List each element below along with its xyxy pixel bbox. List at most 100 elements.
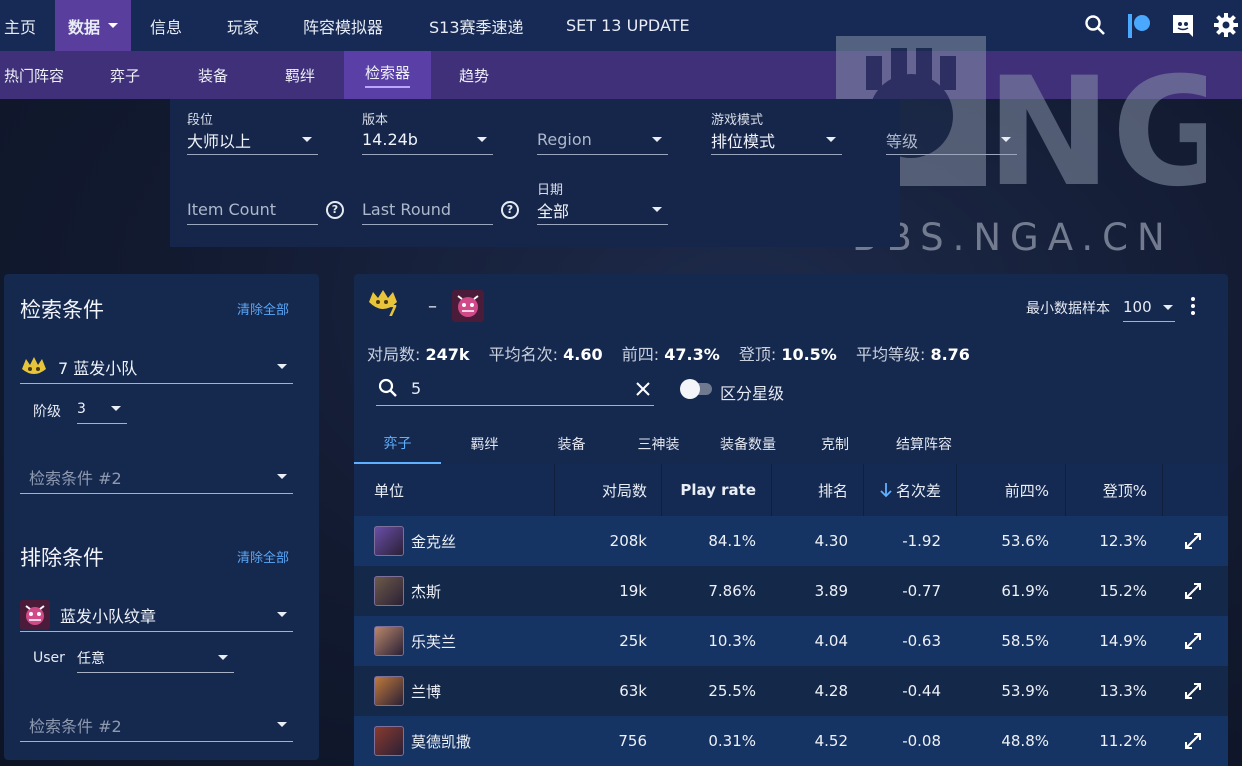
subnav-label: 弈子	[110, 66, 141, 85]
unit-portrait-icon	[374, 576, 404, 606]
exclude-condition-2-select[interactable]: 检索条件 #2	[20, 708, 293, 742]
clear-all-search-button[interactable]: 清除全部	[237, 299, 289, 318]
user-select[interactable]: 任意	[77, 643, 234, 673]
trait-icon	[20, 355, 48, 379]
tab-final-comps[interactable]: 结算阵容	[876, 424, 972, 464]
search-condition-1-select[interactable]: 7 蓝发小队	[20, 350, 293, 384]
last-round-field[interactable]: Last Round?	[362, 179, 519, 225]
min-sample-label: 最小数据样本	[1026, 301, 1110, 317]
subnav-item-traits[interactable]: 羁绊	[285, 51, 315, 99]
nav-item-home[interactable]: 主页	[0, 0, 55, 51]
search-icon	[378, 378, 398, 398]
avg-place-label: 平均名次:	[488, 345, 559, 364]
last-round-placeholder: Last Round	[362, 200, 452, 219]
region-filter[interactable]: Region	[537, 109, 668, 155]
column-header-label: 单位	[374, 481, 405, 500]
cell-delta: -0.63	[902, 632, 941, 650]
tab-three-items[interactable]: 三神装	[615, 424, 702, 464]
nav-item-players[interactable]: 玩家	[227, 0, 259, 51]
patreon-icon[interactable]	[1126, 13, 1152, 39]
column-header-top4[interactable]: 前四%	[956, 464, 1049, 516]
close-icon[interactable]	[636, 381, 650, 396]
expand-icon[interactable]	[1184, 616, 1202, 666]
table-row[interactable]: 莫德凯撒 756 0.31% 4.52 -0.08 48.8% 11.2%	[354, 716, 1228, 766]
level-filter-value-row[interactable]: 等级	[886, 125, 1017, 155]
chevron-down-icon	[277, 612, 287, 617]
search-condition-2-select[interactable]: 检索条件 #2	[20, 460, 293, 494]
unit-name[interactable]: 金克丝	[411, 516, 456, 566]
level-filter[interactable]: 等级	[886, 109, 1017, 155]
top4-label: 前四:	[621, 345, 660, 364]
game-mode-filter-value-row[interactable]: 排位模式	[711, 125, 842, 155]
column-header-rank[interactable]: 排名	[771, 464, 848, 516]
subnav-item-units[interactable]: 弈子	[110, 51, 140, 99]
last-round-label	[362, 179, 493, 195]
unit-name[interactable]: 杰斯	[411, 566, 441, 616]
nav-item-info[interactable]: 信息	[150, 0, 182, 51]
cell-rank: 4.28	[814, 682, 848, 700]
discord-icon[interactable]	[1170, 13, 1196, 39]
nav-item-s13-news[interactable]: S13赛季速递	[429, 0, 524, 51]
subnav-item-hot-comps[interactable]: 热门阵容	[4, 51, 64, 99]
gear-icon[interactable]	[1214, 13, 1238, 37]
column-header-unit[interactable]: 单位	[374, 464, 404, 516]
column-header-games[interactable]: 对局数	[554, 464, 647, 516]
expand-icon[interactable]	[1184, 516, 1202, 566]
expand-icon[interactable]	[1184, 716, 1202, 766]
column-header-play-rate[interactable]: Play rate	[661, 464, 756, 516]
expand-icon[interactable]	[1184, 666, 1202, 716]
tab-counters[interactable]: 克制	[794, 424, 876, 464]
expand-icon[interactable]	[1184, 566, 1202, 616]
last-round-input[interactable]: Last Round?	[362, 195, 519, 225]
column-header-place-delta[interactable]: 名次差	[863, 464, 941, 516]
cell-win: 12.3%	[1099, 532, 1147, 550]
region-filter-value-row[interactable]: Region	[537, 125, 668, 155]
more-options-icon[interactable]	[1190, 296, 1196, 316]
help-icon[interactable]: ?	[501, 201, 519, 219]
table-row[interactable]: 兰博 63k 25.5% 4.28 -0.44 53.9% 13.3%	[354, 666, 1228, 716]
tab-items[interactable]: 装备	[528, 424, 615, 464]
clear-all-exclude-button[interactable]: 清除全部	[237, 547, 289, 566]
nav-item-comp-simulator[interactable]: 阵容模拟器	[303, 0, 383, 51]
tab-traits[interactable]: 羁绊	[441, 424, 528, 464]
version-filter-value-row[interactable]: 14.24b	[362, 125, 493, 155]
date-filter-value-row[interactable]: 全部	[537, 195, 668, 225]
unit-search-input[interactable]: 5	[376, 371, 654, 406]
column-header-label: 前四%	[1004, 481, 1049, 500]
nav-item-label: 主页	[4, 17, 37, 37]
subnav-item-explorer[interactable]: 检索器	[344, 51, 431, 99]
chevron-down-icon	[218, 655, 228, 660]
table-row[interactable]: 乐芙兰 25k 10.3% 4.04 -0.63 58.5% 14.9%	[354, 616, 1228, 666]
rank-filter-value-row[interactable]: 大师以上	[187, 125, 318, 155]
subnav-item-trends[interactable]: 趋势	[459, 51, 489, 99]
chevron-down-icon	[277, 722, 287, 727]
nav-item-label: SET 13 UPDATE	[566, 16, 690, 35]
subnav-item-items[interactable]: 装备	[198, 51, 228, 99]
table-row[interactable]: 杰斯 19k 7.86% 3.89 -0.77 61.9% 15.2%	[354, 566, 1228, 616]
nav-item-label: 阵容模拟器	[303, 17, 384, 37]
nav-item-set13-update[interactable]: SET 13 UPDATE	[566, 0, 690, 51]
exclude-conditions-title: 排除条件	[20, 546, 104, 570]
item-count-input[interactable]: Item Count?	[187, 195, 344, 225]
unit-name[interactable]: 乐芙兰	[411, 616, 456, 666]
version-filter[interactable]: 版本 14.24b	[362, 109, 493, 155]
rank-filter[interactable]: 段位 大师以上	[187, 109, 318, 155]
star-level-toggle[interactable]	[680, 378, 714, 400]
tier-select[interactable]: 3	[77, 394, 127, 424]
subnav-label: 羁绊	[285, 66, 316, 85]
exclude-condition-1-select[interactable]: 蓝发小队纹章	[20, 598, 293, 632]
nav-item-data[interactable]: 数据	[55, 0, 131, 51]
date-filter[interactable]: 日期 全部	[537, 179, 668, 225]
search-icon[interactable]	[1084, 14, 1106, 36]
column-header-win[interactable]: 登顶%	[1065, 464, 1147, 516]
help-icon[interactable]: ?	[326, 201, 344, 219]
game-mode-filter[interactable]: 游戏模式 排位模式	[711, 109, 842, 155]
region-filter-label	[537, 109, 668, 125]
unit-name[interactable]: 兰博	[411, 666, 441, 716]
min-sample-select[interactable]: 100	[1123, 292, 1175, 322]
item-count-field[interactable]: Item Count?	[187, 179, 344, 225]
tab-item-count[interactable]: 装备数量	[702, 424, 794, 464]
table-row[interactable]: 金克丝 208k 84.1% 4.30 -1.92 53.6% 12.3%	[354, 516, 1228, 566]
unit-name[interactable]: 莫德凯撒	[411, 716, 471, 766]
tab-units[interactable]: 弈子	[354, 424, 441, 464]
